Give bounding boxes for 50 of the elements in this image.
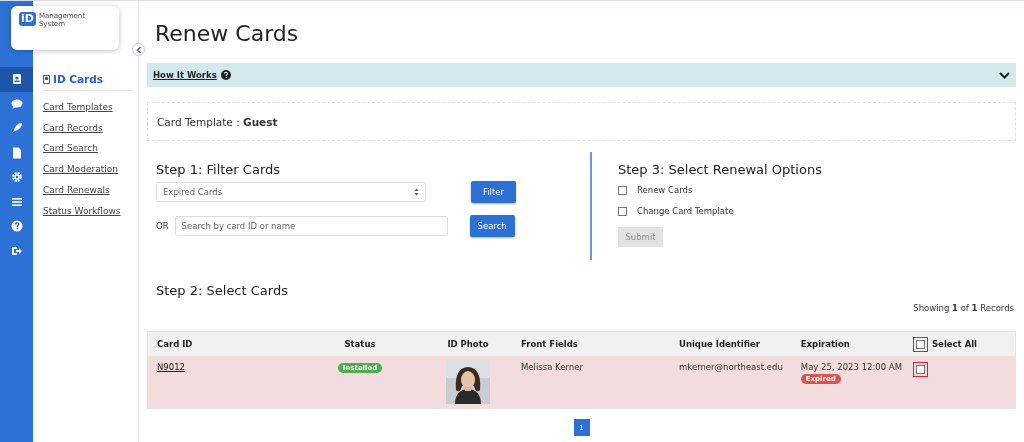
table-cell: Melissa Kerner [512, 356, 670, 409]
filter-button[interactable]: Filter [471, 181, 516, 203]
column-header: Card ID [147, 331, 296, 356]
logo-mark: iD [19, 12, 36, 26]
step-heading: Step 3: Select Renewal Options [618, 162, 822, 177]
nav-link[interactable]: Card Templates [43, 101, 132, 112]
step-heading: Step 1: Filter Cards [156, 162, 282, 177]
id-card-icon [10, 73, 23, 86]
nav-link[interactable]: Card Records [43, 122, 132, 133]
nav-link[interactable]: Card Search [43, 143, 132, 154]
checkbox[interactable] [618, 185, 627, 195]
column-header: Front Fields [512, 331, 670, 356]
nav-link[interactable]: Card Renewals [43, 185, 132, 195]
column-header: Expiration [791, 331, 911, 356]
step-heading: Step 2: Select Cards [156, 283, 289, 298]
help-icon [220, 70, 231, 80]
chat-bubble-icon [10, 97, 23, 110]
document-icon [10, 146, 23, 159]
help-icon [10, 220, 23, 233]
nav-rail-button[interactable] [0, 67, 33, 92]
or-label: OR [156, 221, 169, 231]
nav-heading[interactable]: ID Cards [53, 73, 103, 85]
card-id-link[interactable]: N9012 [157, 362, 185, 372]
page-title: Renew Cards [155, 21, 300, 48]
nav-link[interactable]: Card Moderation [43, 164, 132, 175]
chevron-down-icon [999, 71, 1010, 79]
records-count: Showing 1 of 1 Records [912, 303, 1015, 313]
sort-caret-icon [414, 188, 419, 196]
search-field[interactable]: Search by card ID or name [174, 216, 448, 236]
column-header: Unique Identifier [670, 331, 792, 356]
logout-icon [10, 244, 23, 257]
id-card-icon [43, 74, 50, 84]
option-label: Renew Cards [637, 185, 693, 195]
nav-link[interactable]: Status Workflows [43, 205, 132, 216]
collapse-button[interactable] [132, 43, 145, 56]
search-button[interactable]: Search [469, 215, 515, 237]
card-template-label: Card Template : Guest [157, 115, 278, 128]
option-label: Change Card Template [637, 206, 734, 216]
expiration-date: May 25, 2023 12:00 AM [800, 362, 902, 372]
select-all-label: Select All [932, 339, 978, 349]
column-header: ID Photo [424, 331, 512, 356]
how-it-works-link[interactable]: How It Works [153, 70, 217, 80]
column-header: Status [296, 331, 424, 356]
list-icon [10, 195, 23, 208]
chevron-left-icon [135, 45, 142, 54]
table-cell: mkerner@northeast.edu [670, 356, 792, 409]
checkbox[interactable] [618, 206, 627, 216]
settings-icon [10, 171, 23, 184]
how-it-works-bar[interactable]: How It Works [147, 63, 1016, 87]
filter-select[interactable]: Expired Cards [156, 182, 426, 202]
